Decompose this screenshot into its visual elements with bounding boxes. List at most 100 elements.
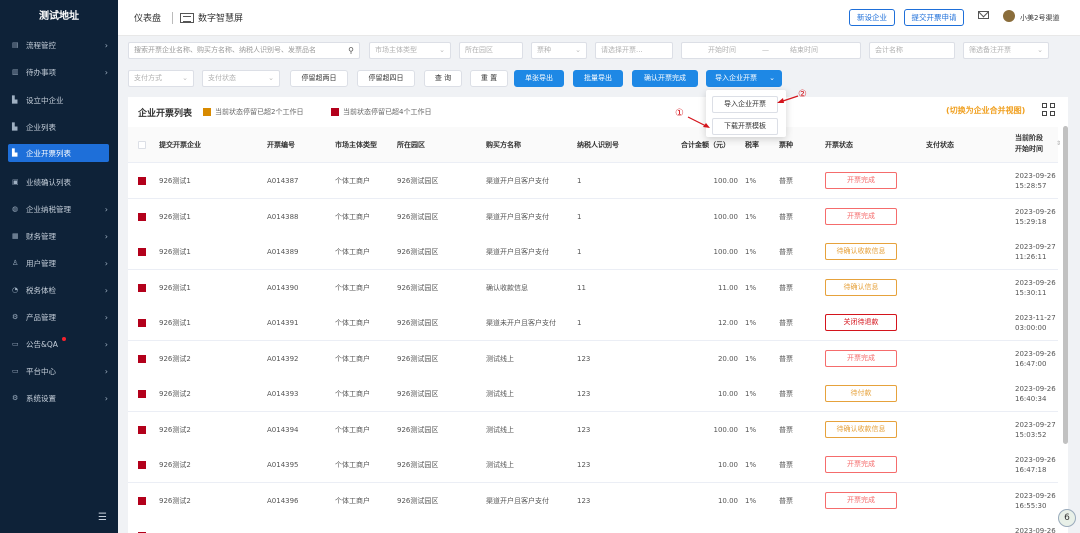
th-market[interactable]: 市场主体类型 [335,127,377,163]
th-time[interactable]: 当前阶段 开始时间 [1015,127,1043,163]
switch-view-link[interactable]: (切换为企业合并视图) [946,105,1025,116]
row-status-marker[interactable] [138,425,146,434]
reset-button[interactable]: 重 置 [470,70,508,87]
market-type-select[interactable]: 市场主体类型 ⌄ [369,42,451,59]
th-time-line1: 当前阶段 [1015,134,1043,142]
remark-filter-select[interactable]: 筛选备注开票 ⌄ [963,42,1049,59]
sidebar-item-1[interactable]: ▥ 待办事项 › [0,63,118,81]
status-badge[interactable]: 关闭待退款 [825,314,897,331]
park-input[interactable]: 所在园区 [459,42,523,59]
th-taxid[interactable]: 纳税人识别号 [577,127,619,163]
cell-time: 2023-09-26 16:40:34 [1015,376,1056,412]
table-row[interactable]: 926测试1 A014389 个体工商户 926测试园区 渠道开户且客户支付 1 100.0… [128,234,1058,270]
notification-badge[interactable]: 6 [1058,509,1076,527]
row-status-marker[interactable] [138,212,146,221]
sort-icon[interactable]: ⇕ [1056,140,1061,147]
pay-status-select[interactable]: 支付状态 ⌄ [202,70,280,87]
digital-screen-link[interactable]: 数字智慧屏 [180,11,243,24]
table-row[interactable]: 926测试1 A014388 个体工商户 926测试园区 渠道开户且客户支付 1 100.0… [128,198,1058,235]
table-row[interactable]: 926测试1 A014391 个体工商户 926测试园区 渠道未开户且客户支付 1 12.0… [128,305,1058,341]
status-badge[interactable]: 开票完成 [825,349,897,367]
dashboard-link[interactable]: 仪表盘 [134,11,161,24]
row-status-marker[interactable] [138,248,146,256]
table-row[interactable]: 926测试1 A014387 个体工商户 926测试园区 渠道开户且客户支付 1 100.0… [128,163,1058,199]
th-buyer[interactable]: 购买方名称 [486,127,521,163]
select-all-checkbox[interactable] [138,141,146,149]
table-row[interactable]: 2023-09-26 [128,518,1058,533]
stay-two-days-button[interactable]: 停留超两日 [290,70,348,87]
new-company-button[interactable]: 新设企业 [849,9,895,26]
cell-rate: 1% [745,354,757,363]
row-status-marker[interactable] [138,496,146,505]
cell-kind: 普票 [779,319,793,327]
sidebar-item-12[interactable]: ▭ 平台中心 › [0,362,118,380]
th-park[interactable]: 所在园区 [397,127,425,163]
sidebar-item-6[interactable]: ◍ 企业纳税管理 › [0,200,118,218]
sidebar-item-0[interactable]: ▤ 流程管控 › [0,36,118,54]
sidebar-item-10[interactable]: ⚙ 产品管理 › [0,308,118,326]
query-button[interactable]: 查 询 [424,70,462,87]
status-badge[interactable]: 待确认收款信息 [825,420,897,438]
row-status-marker[interactable] [138,461,146,469]
user-name[interactable]: 小美2号渠道 [1020,13,1059,23]
row-status-marker[interactable] [138,319,146,327]
row-status-marker[interactable] [138,283,146,292]
th-number[interactable]: 开票编号 [267,127,295,163]
chevron-down-icon: ⌄ [769,74,775,82]
status-badge[interactable]: 待付款 [825,385,897,402]
invoice-select[interactable]: 请选择开票... [595,42,673,59]
sidebar-item-label: 产品管理 [26,312,56,322]
accountant-input[interactable]: 会计名称 [869,42,955,59]
status-badge[interactable]: 开票完成 [825,456,897,473]
invoice-type-select[interactable]: 票种 ⌄ [531,42,587,59]
sidebar-item-11[interactable]: ▭ 公告&QA › [0,335,118,353]
th-company[interactable]: 提交开票企业 [159,127,201,163]
confirm-invoice-done-button[interactable]: 确认开票完成 [632,70,698,87]
chevron-right-icon: › [104,285,108,295]
table-row[interactable]: 926测试2 A014393 个体工商户 926测试园区 测试线上 123 10.00 1% 普… [128,376,1058,412]
sidebar-item-4[interactable]: ▙ 企业开票列表 [8,144,109,162]
import-invoice-menu-item[interactable]: 导入企业开票 [712,96,778,113]
sidebar-item-2[interactable]: ▙ 设立中企业 [0,91,118,109]
table-row[interactable]: 926测试2 A014392 个体工商户 926测试园区 测试线上 123 20.00 1% 普… [128,340,1058,377]
cell-company: 926测试1 [159,283,191,292]
batch-export-button[interactable]: 批量导出 [573,70,623,87]
mail-icon[interactable] [978,11,989,19]
sidebar-item-3[interactable]: ▙ 企业列表 [0,118,118,136]
pay-method-select[interactable]: 支付方式 ⌄ [128,70,194,87]
sidebar-item-7[interactable]: ▦ 财务管理 › [0,227,118,245]
download-template-menu-item[interactable]: 下载开票模板 [712,118,778,135]
row-status-marker[interactable] [138,390,146,398]
status-badge[interactable]: 待确认收款信息 [825,243,897,260]
row-status-marker[interactable] [138,354,146,363]
status-badge[interactable]: 开票完成 [825,491,897,509]
row-status-marker[interactable] [138,177,146,185]
th-time-line2: 开始时间 [1015,145,1043,153]
single-export-button[interactable]: 单张导出 [514,70,564,87]
search-icon[interactable]: ⚲ [348,43,354,58]
table-row[interactable]: 926测试2 A014394 个体工商户 926测试园区 测试线上 123 100.00 1%… [128,411,1058,448]
stay-four-days-button[interactable]: 停留超四日 [357,70,415,87]
grid-view-icon[interactable] [1042,103,1056,117]
sidebar-item-9[interactable]: ◔ 税务体检 › [0,281,118,299]
cell-rate: 1% [745,425,757,434]
status-badge[interactable]: 待确认信息 [825,278,897,296]
sidebar-item-13[interactable]: ⚙ 系统设置 › [0,389,118,407]
table-row[interactable]: 926测试2 A014395 个体工商户 926测试园区 测试线上 123 10.00 1% 普… [128,447,1058,483]
search-input[interactable]: 搜索开票企业名称、购买方名称、纳税人识别号、发票品名 ⚲ [128,42,360,59]
sidebar-item-8[interactable]: ♙ 用户管理 › [0,254,118,272]
collapse-menu-icon[interactable]: ☰ [98,512,107,523]
th-status[interactable]: 开票状态 [825,127,853,163]
avatar[interactable] [1003,10,1015,22]
vertical-scrollbar[interactable] [1063,126,1068,444]
status-badge[interactable]: 开票完成 [825,172,897,189]
submit-invoice-button[interactable]: 提交开票申请 [904,9,964,26]
th-pay[interactable]: 支付状态 [926,127,954,163]
date-range-picker[interactable]: 开始时间 — 结束时间 [681,42,861,59]
table-row[interactable]: 926测试1 A014390 个体工商户 926测试园区 确认收款信息 11 11.00 1%… [128,269,1058,306]
sidebar-item-5[interactable]: ▣ 业绩确认列表 [0,173,118,191]
table-row[interactable]: 926测试2 A014396 个体工商户 926测试园区 渠道开户且客户支付 123 10.… [128,482,1058,519]
cell-market: 个体工商户 [335,425,370,434]
status-badge[interactable]: 开票完成 [825,207,897,225]
import-invoice-dropdown-button[interactable]: 导入企业开票 ⌄ [706,70,782,87]
